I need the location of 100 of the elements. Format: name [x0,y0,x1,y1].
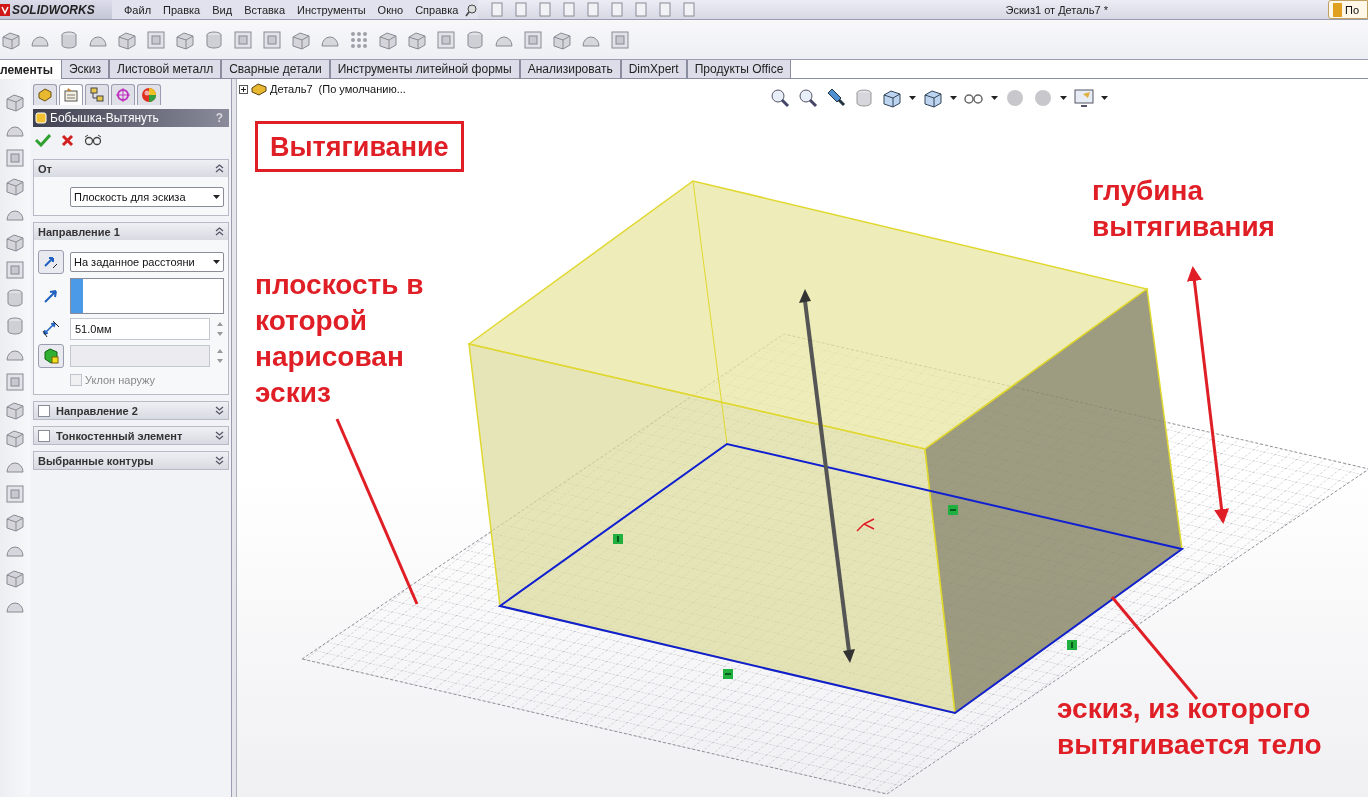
annotation-text: плоскость в которой нарисован эскиз [255,268,424,410]
panel-tab[interactable] [111,84,135,105]
dropdown-caret-icon[interactable] [1060,96,1067,100]
frame-icon[interactable] [261,28,283,51]
expand-icon[interactable] [239,84,248,94]
reverse-direction-button[interactable] [38,250,64,274]
section-header[interactable]: Тонкостенный элемент [34,427,228,444]
frame-icon[interactable] [145,28,167,51]
menu-item[interactable]: Окно [371,3,410,16]
property-sheet-icon [63,87,79,103]
tree-item[interactable]: Деталь7 (По умолчанию... [270,83,406,95]
crosshair-icon [115,87,131,103]
depth-field[interactable]: 51.0мм [70,318,210,340]
cube-icon[interactable] [922,87,944,109]
command-tab[interactable]: Сварные детали [221,60,330,79]
expand-icon[interactable] [215,405,224,416]
frame-icon[interactable] [232,28,254,51]
annotation-text: эскиз, из которого вытягивается тело [1057,692,1322,762]
checkbox[interactable] [38,429,50,442]
section-header[interactable]: Направление 1 [34,223,228,240]
logo-icon [0,3,10,16]
collapse-icon[interactable] [215,163,224,174]
flashlight-icon[interactable] [825,87,847,109]
dropdown-caret-icon[interactable] [950,96,957,100]
command-tab[interactable]: Эскиз [60,60,109,79]
constraint-marker[interactable] [1067,640,1077,650]
section-header[interactable]: От [34,160,228,177]
caret-icon[interactable] [213,260,220,264]
sphere-icon[interactable] [1032,87,1054,109]
frame-icon[interactable] [522,28,544,51]
constraint-marker[interactable] [948,505,958,515]
window-title: Эскиз1 от Деталь7 * [1004,3,1109,16]
dropdown-caret-icon[interactable] [991,96,998,100]
app-logo: SOLIDWORKS [12,2,95,17]
draft-button[interactable] [38,344,64,368]
color-wheel-icon [141,87,157,103]
panel-tab[interactable] [137,84,161,105]
axis-triad-icon [856,518,875,532]
expand-icon[interactable] [215,455,224,466]
frame-icon[interactable] [4,371,26,393]
checkbox[interactable] [38,404,50,417]
frame-icon[interactable] [4,259,26,281]
direction-selection-box[interactable] [70,278,224,314]
section-header[interactable]: Направление 2 [34,402,228,419]
start-dropdown[interactable]: Плоскость для эскиза [70,187,224,207]
section-title: Направление 2 [56,404,139,417]
expand-icon[interactable] [215,430,224,441]
pin-icon[interactable] [464,2,479,17]
command-tab[interactable]: Инструменты литейной формы [329,60,520,79]
command-tab[interactable]: Продукты Office [686,60,792,79]
dimension-icon [41,319,61,339]
cylinder-icon[interactable] [203,28,225,51]
magnifier-icon[interactable] [769,87,791,109]
panel-tab[interactable] [59,84,83,105]
panel-tab[interactable] [85,84,109,105]
constraint-marker[interactable] [723,669,733,679]
checkmark-icon[interactable] [35,133,51,147]
glasses-icon[interactable] [84,134,102,146]
annotation-text: глубина вытягивания [1092,174,1275,244]
menu-item[interactable]: Правка [157,3,207,16]
frame-icon[interactable] [609,28,631,51]
part-icon [251,82,267,96]
monitor-icon[interactable] [1073,87,1095,109]
cylinder-icon[interactable] [464,28,486,51]
menu-item[interactable]: Вставка [238,3,291,16]
section-header[interactable]: Выбранные контуры [34,452,228,469]
extrude-icon [43,348,59,364]
menu-item[interactable]: Файл [118,3,158,16]
menu-item[interactable]: Вид [206,3,239,16]
close-icon[interactable] [61,133,74,147]
cylinder-icon[interactable] [58,28,80,51]
end-condition-dropdown[interactable]: На заданное расстояни [70,252,224,272]
panel-tab[interactable] [33,84,57,105]
command-tab[interactable]: Листовой металл [109,60,222,79]
frame-icon[interactable] [4,483,26,505]
frame-icon[interactable] [435,28,457,51]
cylinder-icon[interactable] [4,287,26,309]
feature-title: Бобышка-Вытянуть [50,111,160,125]
frame-icon[interactable] [4,147,26,169]
caret-icon[interactable] [213,195,220,199]
draft-angle-field[interactable] [70,345,210,367]
constraint-marker[interactable] [613,534,623,544]
dropdown-caret-icon[interactable] [1101,96,1108,100]
tree-icon [89,87,105,103]
sphere-icon[interactable] [1004,87,1026,109]
direction-arrow[interactable] [799,289,855,663]
menu-item[interactable]: Справка [409,3,465,16]
cube-icon[interactable] [881,87,903,109]
menu-item[interactable]: Инструменты [291,3,372,16]
section-title: Направление 1 [38,225,121,238]
collapse-icon[interactable] [215,226,224,237]
magnifier-icon[interactable] [797,87,819,109]
cylinder-icon[interactable] [4,315,26,337]
dropdown-caret-icon[interactable] [909,96,916,100]
command-tab[interactable]: Анализировать [519,60,621,79]
section-title: Выбранные контуры [38,454,155,467]
cylinder-icon[interactable] [853,87,875,109]
part-icon [35,112,47,124]
command-tab[interactable]: DimXpert [620,60,687,79]
corner-button[interactable]: По [1327,0,1368,19]
